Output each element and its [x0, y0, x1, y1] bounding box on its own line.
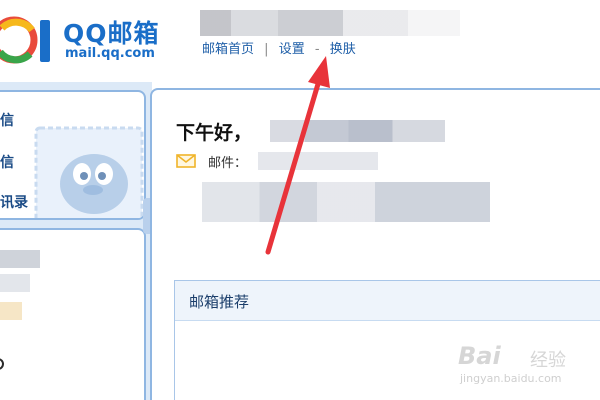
blurred-user-name [200, 10, 460, 36]
recommend-title: 邮箱推荐 [189, 293, 250, 311]
recommend-header: 邮箱推荐 [175, 281, 600, 321]
folder-sent[interactable]: 信 [0, 152, 14, 172]
watermark-url: jingyan.baidu.com [460, 372, 562, 385]
change-skin-link[interactable]: 换肤 [330, 42, 356, 57]
settings-link[interactable]: 设置 [279, 42, 305, 57]
mail-label: 邮件： [208, 156, 248, 171]
blurred-list-item[interactable] [0, 274, 30, 292]
blurred-list-item[interactable] [0, 250, 40, 268]
watermark-jingyan: 经验 [530, 350, 566, 371]
link-separator: | [264, 42, 269, 57]
logo-title: QQ邮箱 [63, 19, 160, 48]
mailbox-home-link[interactable]: 邮箱首页 [202, 42, 254, 57]
qq-mail-logo[interactable]: QQ邮箱 mail.qq.com [0, 8, 175, 68]
qq-logo-icon [0, 16, 50, 64]
watermark-brand: Bai [458, 342, 501, 370]
logo-subtitle: mail.qq.com [65, 46, 155, 61]
header: QQ邮箱 mail.qq.com 邮箱首页 | 设置 - 换肤 [0, 0, 600, 82]
folder-list: 信 信 讯录 [0, 90, 146, 220]
folder-contacts[interactable]: 讯录 [0, 192, 28, 212]
blurred-account-name [270, 120, 445, 142]
circle-icon[interactable] [0, 358, 4, 370]
blurred-list-item[interactable] [0, 302, 22, 320]
baidu-jingyan-watermark: Bai 经验 jingyan.baidu.com [458, 340, 588, 390]
blurred-mail-count[interactable] [258, 152, 378, 170]
link-separator: - [314, 42, 320, 57]
header-nav-links: 邮箱首页 | 设置 - 换肤 [202, 38, 356, 57]
penguin-stamp-icon [34, 126, 144, 218]
blurred-info-text [202, 182, 490, 222]
left-sidebar: 信 信 讯录 [0, 82, 152, 400]
folder-sublist [0, 228, 146, 400]
greeting-text: 下午好， [176, 122, 253, 144]
folder-inbox[interactable]: 信 [0, 110, 14, 130]
envelope-icon [176, 154, 196, 168]
